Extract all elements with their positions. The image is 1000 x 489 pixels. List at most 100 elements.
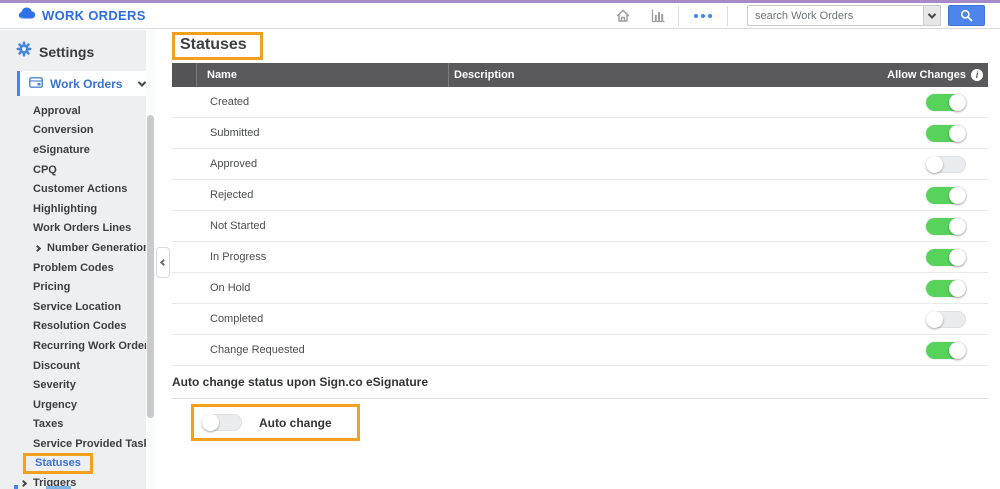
statuses-title-highlight: Statuses (172, 32, 263, 60)
allow-changes-toggle[interactable] (926, 311, 966, 328)
toggle-knob (949, 249, 966, 266)
sidebar-item-recurring-work-orders[interactable]: Recurring Work Orders (0, 336, 155, 356)
sidebar-scrollbar[interactable] (146, 30, 155, 489)
sidebar-item-service-location[interactable]: Service Location (0, 297, 155, 317)
table-body: CreatedSubmittedApprovedRejectedNot Star… (172, 87, 988, 366)
allow-changes-cell (838, 342, 988, 359)
global-search (747, 5, 985, 26)
allow-changes-cell (838, 187, 988, 204)
settings-title: Settings (39, 44, 94, 60)
sidebar-item-resolution-codes[interactable]: Resolution Codes (0, 317, 155, 337)
home-icon[interactable] (612, 7, 634, 25)
allow-changes-toggle[interactable] (926, 218, 966, 235)
sidebar-item-pricing[interactable]: Pricing (0, 277, 155, 297)
sidebar-item-label: Severity (33, 379, 76, 391)
esignature-section-title: Auto change status upon Sign.co eSignatu… (172, 375, 988, 399)
allow-changes-toggle[interactable] (926, 156, 966, 173)
table-header: Name Description Allow Changes i (172, 63, 988, 87)
allow-changes-toggle[interactable] (926, 249, 966, 266)
chevron-down-icon (138, 78, 146, 86)
table-row: Created (172, 87, 988, 118)
sidebar-item-label: Conversion (33, 124, 94, 136)
auto-change-highlight: Auto change (191, 404, 360, 441)
settings-header: Settings (0, 30, 155, 71)
clipped-item-accent (14, 485, 18, 489)
sidebar-item-label: Taxes (33, 418, 63, 430)
sidebar-item-label: Work Orders Lines (33, 222, 131, 234)
app-logo[interactable]: WORK ORDERS (18, 6, 146, 25)
allow-changes-cell (838, 94, 988, 111)
toggle-knob (949, 218, 966, 235)
gear-icon (16, 41, 32, 62)
sidebar-item-label: Statuses (23, 453, 93, 474)
column-header-allow-changes: Allow Changes i (838, 69, 988, 81)
table-row: Approved (172, 149, 988, 180)
chevron-right-icon (20, 480, 27, 487)
cloud-logo-icon (18, 6, 36, 25)
main-content: Statuses Name Description Allow Changes … (172, 30, 1000, 489)
chevron-left-icon (159, 259, 166, 266)
allow-changes-cell (838, 125, 988, 142)
sidebar-item-triggers[interactable]: Triggers (0, 473, 155, 489)
sidebar-item-highlighting[interactable]: Highlighting (0, 199, 155, 219)
allow-changes-toggle[interactable] (926, 94, 966, 111)
sidebar-item-cpq[interactable]: CPQ (0, 160, 155, 180)
table-header-spacer (172, 63, 197, 87)
status-name-cell: Submitted (197, 127, 448, 139)
sidebar-item-approval[interactable]: Approval (0, 101, 155, 121)
allow-changes-toggle[interactable] (926, 187, 966, 204)
allow-changes-toggle[interactable] (926, 280, 966, 297)
sidebar-item-label: Approval (33, 105, 81, 117)
scrollbar-thumb[interactable] (147, 115, 154, 418)
chevron-down-icon (928, 10, 936, 18)
sidebar-item-service-provided-tasks[interactable]: Service Provided Tasks (0, 434, 155, 454)
statuses-table: Name Description Allow Changes i Created… (172, 63, 988, 366)
table-row: On Hold (172, 273, 988, 304)
allow-changes-label: Allow Changes (887, 69, 966, 81)
status-name-cell: Change Requested (197, 344, 448, 356)
allow-changes-toggle[interactable] (926, 342, 966, 359)
sidebar-item-customer-actions[interactable]: Customer Actions (0, 179, 155, 199)
sidebar-item-discount[interactable]: Discount (0, 356, 155, 376)
sidebar-item-label: Work Orders (50, 77, 122, 91)
info-icon[interactable]: i (971, 69, 983, 81)
chevron-right-icon (34, 245, 41, 252)
sidebar-item-severity[interactable]: Severity (0, 375, 155, 395)
toggle-knob (949, 187, 966, 204)
toolbar-divider (678, 6, 679, 26)
allow-changes-cell (838, 311, 988, 328)
settings-sidebar: Settings Work Orders Approval Conversion e… (0, 30, 155, 489)
sidebar-collapse-button[interactable] (156, 247, 170, 278)
sidebar-item-conversion[interactable]: Conversion (0, 121, 155, 141)
column-header-description: Description (448, 63, 838, 87)
toggle-knob (949, 280, 966, 297)
sidebar-item-label: Number Generation (47, 242, 150, 254)
more-options-icon[interactable] (688, 14, 718, 18)
top-bar-actions (612, 5, 985, 26)
sidebar-item-label: Pricing (33, 281, 70, 293)
sidebar-item-work-orders[interactable]: Work Orders (17, 71, 155, 96)
allow-changes-toggle[interactable] (926, 125, 966, 142)
sidebar-item-taxes[interactable]: Taxes (0, 415, 155, 435)
search-input[interactable] (747, 5, 923, 26)
search-button[interactable] (948, 5, 985, 26)
table-row: Change Requested (172, 335, 988, 366)
allow-changes-cell (838, 280, 988, 297)
column-header-name: Name (197, 69, 448, 81)
sidebar-item-work-orders-lines[interactable]: Work Orders Lines (0, 219, 155, 239)
toolbar-divider (727, 6, 728, 26)
table-row: Completed (172, 304, 988, 335)
sidebar-item-label: Resolution Codes (33, 320, 127, 332)
sidebar-item-statuses[interactable]: Statuses (0, 454, 155, 474)
page-title: Statuses (180, 36, 247, 53)
sidebar-item-esignature[interactable]: eSignature (0, 140, 155, 160)
status-name-cell: Not Started (197, 220, 448, 232)
sidebar-item-number-generation[interactable]: Number Generation (0, 238, 155, 258)
sidebar-item-urgency[interactable]: Urgency (0, 395, 155, 415)
search-icon (960, 9, 973, 22)
allow-changes-cell (838, 156, 988, 173)
search-scope-dropdown[interactable] (923, 5, 941, 26)
chart-icon[interactable] (647, 7, 669, 25)
auto-change-toggle[interactable] (202, 414, 242, 431)
sidebar-item-problem-codes[interactable]: Problem Codes (0, 258, 155, 278)
